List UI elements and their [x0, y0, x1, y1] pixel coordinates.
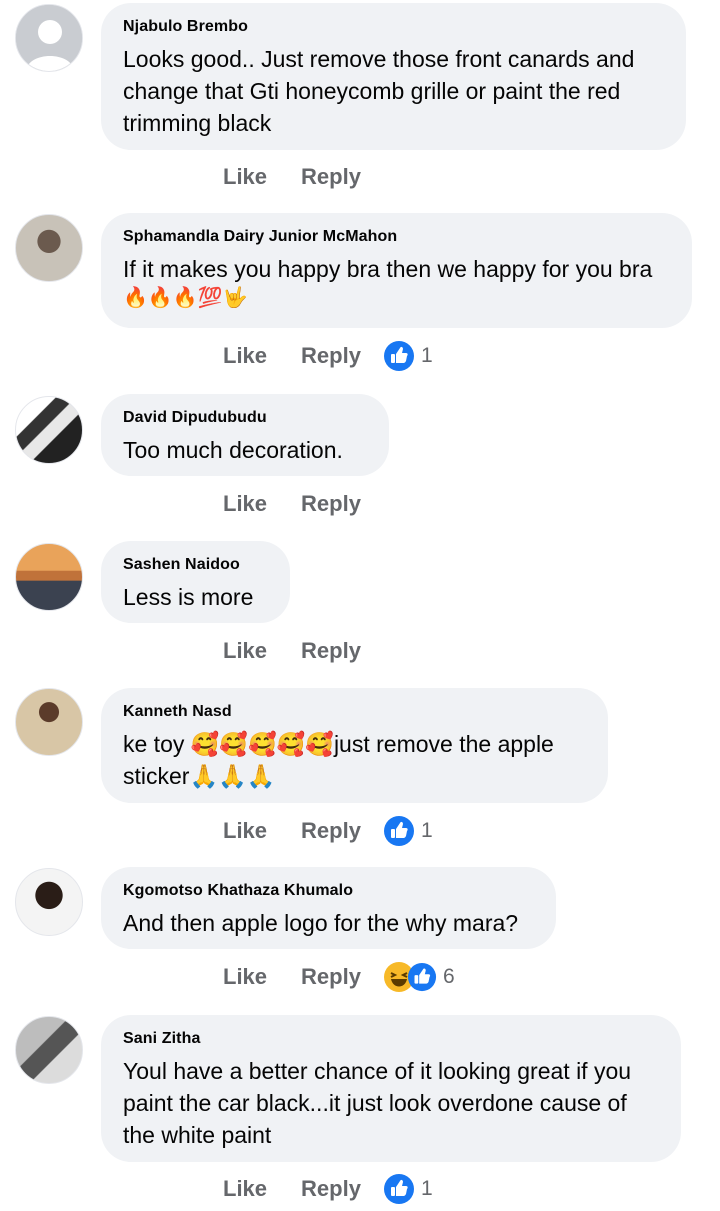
comment-actions: Like Reply 1: [223, 814, 433, 848]
avatar[interactable]: [15, 396, 83, 464]
reply-button[interactable]: Reply: [301, 638, 361, 664]
comment-bubble: Kgomotso Khathaza Khumalo And then apple…: [101, 867, 556, 949]
like-button[interactable]: Like: [223, 638, 267, 664]
reaction-count: 1: [420, 344, 433, 367]
emoji-row: 🔥🔥🔥💯🤟: [123, 287, 248, 309]
comment-author[interactable]: Sashen Naidoo: [123, 555, 268, 575]
like-button[interactable]: Like: [223, 491, 267, 517]
reply-button[interactable]: Reply: [301, 1176, 361, 1202]
comment-author[interactable]: Kgomotso Khathaza Khumalo: [123, 881, 534, 901]
reaction-count: 6: [442, 965, 455, 988]
default-avatar-icon: [16, 5, 82, 71]
avatar[interactable]: [15, 4, 83, 72]
avatar[interactable]: [15, 868, 83, 936]
reaction-summary[interactable]: 1: [383, 340, 433, 372]
comment-bubble: Sani Zitha Youl have a better chance of …: [101, 1015, 681, 1162]
comment-text: ke toy 🥰🥰🥰🥰🥰just remove the apple sticke…: [123, 731, 554, 789]
comment-author[interactable]: Njabulo Brembo: [123, 17, 664, 37]
like-button[interactable]: Like: [223, 1176, 267, 1202]
comment-author[interactable]: Kanneth Nasd: [123, 702, 586, 722]
reaction-summary[interactable]: 1: [383, 815, 433, 847]
comment-text: If it makes you happy bra then we happy …: [123, 256, 653, 282]
comment-text: And then apple logo for the why mara?: [123, 910, 519, 936]
like-button[interactable]: Like: [223, 818, 267, 844]
avatar[interactable]: [15, 214, 83, 282]
comment-actions: Like Reply: [223, 487, 361, 521]
like-reaction-icon: [383, 341, 414, 371]
comment-actions: Like Reply 6: [223, 960, 455, 994]
comment-author[interactable]: Sani Zitha: [123, 1029, 659, 1049]
comment-text: Too much decoration.: [123, 437, 343, 463]
reply-button[interactable]: Reply: [301, 343, 361, 369]
comment-author[interactable]: Sphamandla Dairy Junior McMahon: [123, 227, 670, 247]
reaction-summary[interactable]: 6: [383, 961, 455, 993]
like-button[interactable]: Like: [223, 343, 267, 369]
avatar[interactable]: [15, 688, 83, 756]
comment-text: Youl have a better chance of it looking …: [123, 1058, 632, 1148]
comment-text: Looks good.. Just remove those front can…: [123, 46, 635, 136]
comment-actions: Like Reply 1: [223, 339, 433, 373]
comment-bubble: Njabulo Brembo Looks good.. Just remove …: [101, 3, 686, 150]
comment-bubble: Kanneth Nasd ke toy 🥰🥰🥰🥰🥰just remove the…: [101, 688, 608, 803]
comment-actions: Like Reply 1: [223, 1172, 433, 1206]
comment-author[interactable]: David Dipudubudu: [123, 408, 367, 428]
comment-text: Less is more: [123, 584, 254, 610]
reaction-summary[interactable]: 1: [383, 1173, 433, 1205]
like-button[interactable]: Like: [223, 964, 267, 990]
like-reaction-icon: [407, 962, 437, 992]
comment-bubble: Sashen Naidoo Less is more: [101, 541, 290, 623]
comment-bubble: David Dipudubudu Too much decoration.: [101, 394, 389, 476]
reply-button[interactable]: Reply: [301, 164, 361, 190]
avatar[interactable]: [15, 1016, 83, 1084]
reply-button[interactable]: Reply: [301, 818, 361, 844]
comment-actions: Like Reply: [223, 634, 361, 668]
avatar[interactable]: [15, 543, 83, 611]
reaction-count: 1: [420, 819, 433, 842]
like-reaction-icon: [383, 1174, 414, 1204]
reaction-count: 1: [420, 1177, 433, 1200]
comment-bubble: Sphamandla Dairy Junior McMahon If it ma…: [101, 213, 692, 328]
like-button[interactable]: Like: [223, 164, 267, 190]
like-reaction-icon: [383, 816, 414, 846]
comment-actions: Like Reply: [223, 160, 361, 194]
reply-button[interactable]: Reply: [301, 964, 361, 990]
reply-button[interactable]: Reply: [301, 491, 361, 517]
